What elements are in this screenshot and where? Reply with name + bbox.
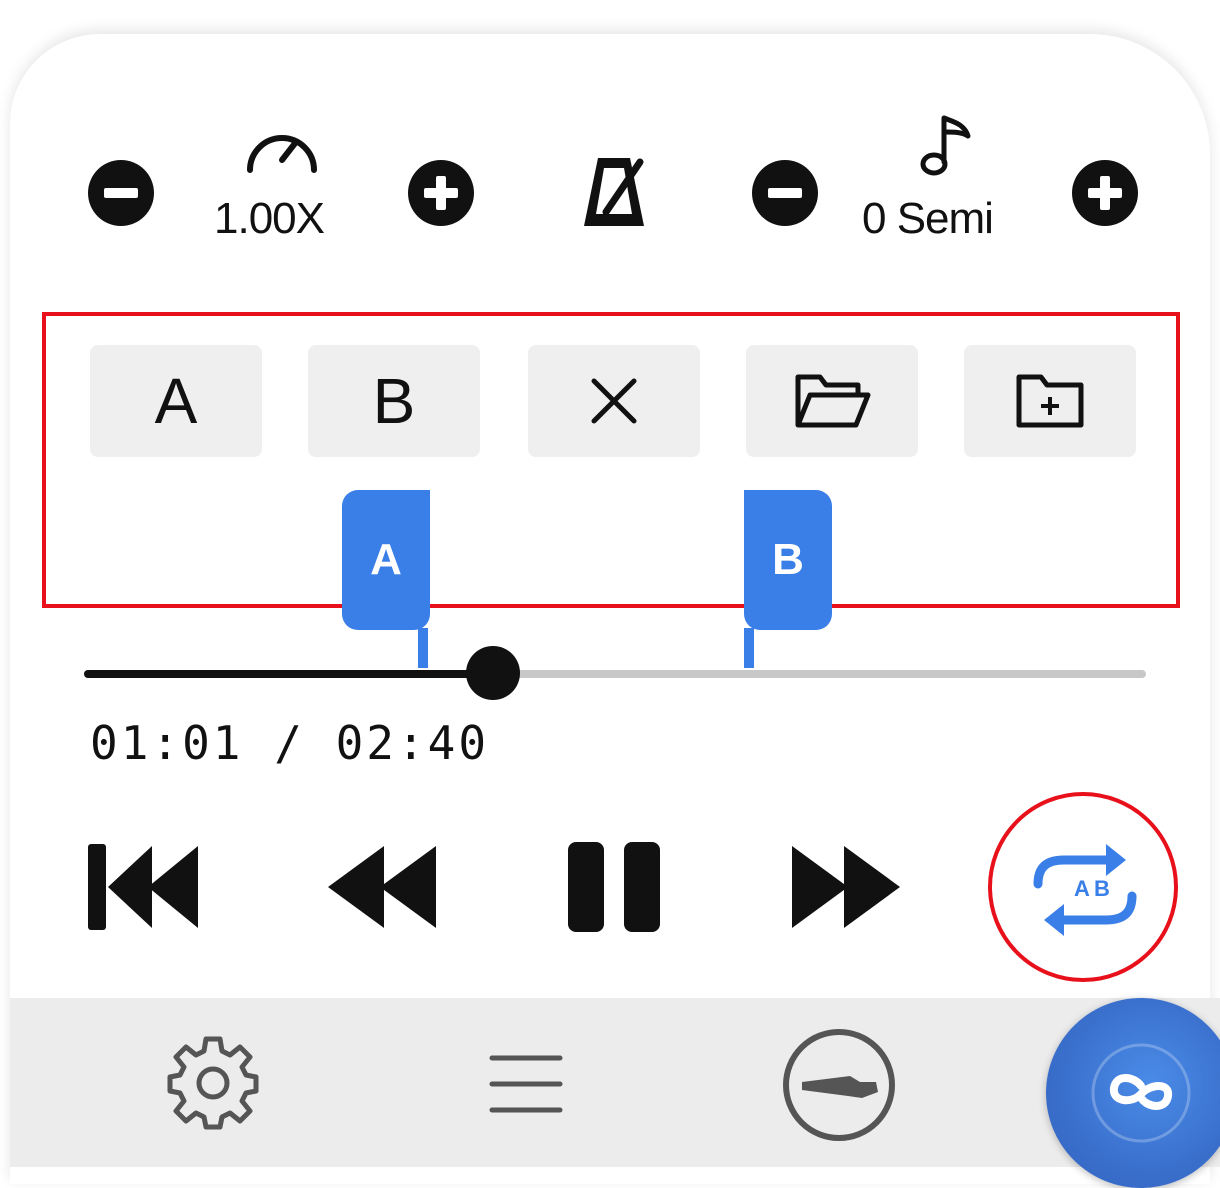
set-a-button[interactable]: A xyxy=(90,345,262,457)
pitch-value: 0 Semi xyxy=(862,194,994,243)
fast-forward-icon[interactable] xyxy=(788,842,904,932)
current-time: 01:01 xyxy=(90,716,244,770)
loop-marker-b[interactable]: B xyxy=(744,490,832,630)
player-panel: 1.00X 0 Semi A B A B 01:01 / 02:40 A B xyxy=(0,0,1220,1188)
ab-repeat-icon[interactable]: A B xyxy=(1026,836,1144,944)
speed-value: 1.00X xyxy=(214,194,325,243)
close-icon xyxy=(591,378,637,424)
menu-icon[interactable] xyxy=(488,1052,564,1116)
loop-marker-b-stem xyxy=(744,628,754,668)
music-note-icon xyxy=(920,115,971,176)
pause-icon[interactable] xyxy=(566,840,662,934)
ab-repeat-b-label: B xyxy=(1094,876,1110,901)
save-loop-button[interactable] xyxy=(964,345,1136,457)
clear-ab-button[interactable] xyxy=(528,345,700,457)
gear-icon[interactable] xyxy=(166,1036,260,1130)
set-b-button[interactable]: B xyxy=(308,345,480,457)
minus-circle-icon xyxy=(104,188,138,198)
open-loop-button[interactable] xyxy=(746,345,918,457)
pitch-decrease-button[interactable] xyxy=(752,160,818,226)
rewind-icon[interactable] xyxy=(324,842,440,932)
loop-marker-b-label: B xyxy=(772,535,804,584)
playback-time: 01:01 / 02:40 xyxy=(90,716,489,770)
loop-marker-a-stem xyxy=(418,628,428,668)
progress-thumb[interactable] xyxy=(466,646,520,700)
metronome-icon[interactable] xyxy=(578,154,650,230)
pitch-increase-button[interactable] xyxy=(1072,160,1138,226)
time-separator: / xyxy=(274,716,305,770)
total-time: 02:40 xyxy=(335,716,490,770)
skip-previous-icon[interactable] xyxy=(86,842,202,932)
ab-repeat-a-label: A xyxy=(1074,876,1090,901)
minus-circle-icon xyxy=(768,188,802,198)
folder-add-icon xyxy=(1016,374,1084,428)
set-b-label: B xyxy=(372,365,416,437)
loop-marker-a[interactable]: A xyxy=(342,490,430,630)
folder-open-icon xyxy=(795,374,871,428)
speedometer-icon xyxy=(247,135,317,173)
guitar-icon[interactable] xyxy=(780,1026,898,1144)
speed-decrease-button[interactable] xyxy=(88,160,154,226)
set-a-label: A xyxy=(154,365,198,437)
speed-increase-button[interactable] xyxy=(408,160,474,226)
loop-marker-a-label: A xyxy=(370,535,402,584)
progress-fill xyxy=(84,670,494,678)
infinity-icon xyxy=(1091,1043,1191,1143)
